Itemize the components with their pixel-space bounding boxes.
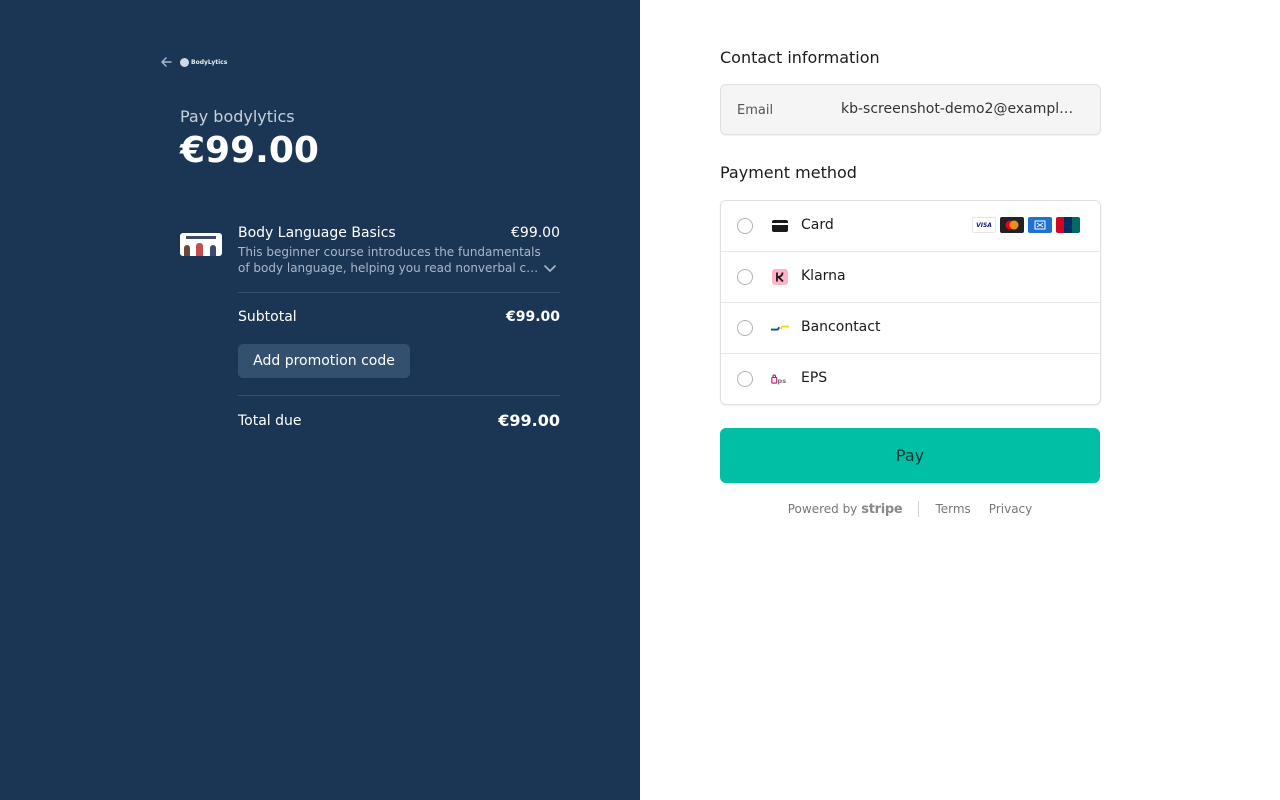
payment-method-title: Payment method <box>720 163 857 182</box>
payment-option-klarna[interactable]: Klarna <box>721 252 1100 303</box>
payment-method-list: Card VISA Klarna Bancontact ps EPS <box>720 200 1101 405</box>
item-name: Body Language Basics <box>238 225 396 241</box>
amex-icon <box>1028 217 1052 233</box>
product-thumbnail <box>180 233 222 256</box>
klarna-radio[interactable] <box>737 269 753 285</box>
logo-icon <box>180 57 189 67</box>
bancontact-icon <box>771 320 789 336</box>
footer: Powered by stripe Terms Privacy <box>720 501 1100 517</box>
footer-divider <box>918 501 920 517</box>
total-due-value: €99.00 <box>498 411 560 430</box>
bancontact-radio[interactable] <box>737 320 753 336</box>
divider <box>238 292 560 293</box>
bancontact-label: Bancontact <box>801 319 881 335</box>
powered-by-label: Powered by <box>787 502 858 516</box>
email-label: Email <box>737 103 774 118</box>
contact-information-title: Contact information <box>720 48 880 67</box>
subtotal-label: Subtotal <box>238 309 297 325</box>
klarna-label: Klarna <box>801 268 846 284</box>
logo-text: BodyLytics <box>191 58 228 66</box>
payment-option-bancontact[interactable]: Bancontact <box>721 303 1100 354</box>
add-promotion-code-button[interactable]: Add promotion code <box>238 344 410 378</box>
header-row: BodyLytics <box>158 52 227 72</box>
card-radio[interactable] <box>737 218 753 234</box>
card-icon <box>771 218 789 234</box>
card-brands: VISA <box>972 217 1080 233</box>
privacy-link[interactable]: Privacy <box>989 502 1032 516</box>
total-due-label: Total due <box>238 413 302 429</box>
item-price: €99.00 <box>511 225 560 241</box>
divider <box>238 395 560 396</box>
email-field[interactable]: Email kb-screenshot-demo2@example.com <box>720 84 1101 135</box>
subtotal-value: €99.00 <box>505 309 560 325</box>
stripe-logo: stripe <box>861 501 903 517</box>
item-description-line-1: This beginner course introduces the fund… <box>238 245 541 259</box>
order-summary-panel: BodyLytics Pay bodylytics €99.00 Body La… <box>0 0 640 800</box>
item-description-line-2: of body language, helping you read nonve… <box>238 261 542 275</box>
svg-text:ps: ps <box>778 377 787 385</box>
eps-label: EPS <box>801 370 828 386</box>
eps-radio[interactable] <box>737 371 753 387</box>
pay-to-label: Pay bodylytics <box>180 107 295 126</box>
item-description: This beginner course introduces the fund… <box>238 244 542 276</box>
powered-by-stripe[interactable]: Powered by stripe <box>788 502 903 517</box>
back-arrow-icon[interactable] <box>158 54 174 70</box>
chevron-down-icon[interactable] <box>543 260 557 274</box>
eps-icon: ps <box>771 371 789 387</box>
card-label: Card <box>801 217 834 233</box>
merchant-logo[interactable]: BodyLytics <box>180 57 228 67</box>
terms-link[interactable]: Terms <box>935 502 970 516</box>
mastercard-icon <box>1000 217 1024 233</box>
visa-icon: VISA <box>972 217 996 233</box>
unionpay-icon <box>1056 217 1080 233</box>
payment-option-eps[interactable]: ps EPS <box>721 354 1100 405</box>
email-value[interactable]: kb-screenshot-demo2@example.com <box>841 101 1081 117</box>
pay-button[interactable]: Pay <box>720 428 1100 483</box>
payment-option-card[interactable]: Card VISA <box>721 201 1100 252</box>
payment-panel: Contact information Email kb-screenshot-… <box>640 0 1280 800</box>
klarna-icon <box>771 269 789 285</box>
total-amount: €99.00 <box>180 130 319 171</box>
